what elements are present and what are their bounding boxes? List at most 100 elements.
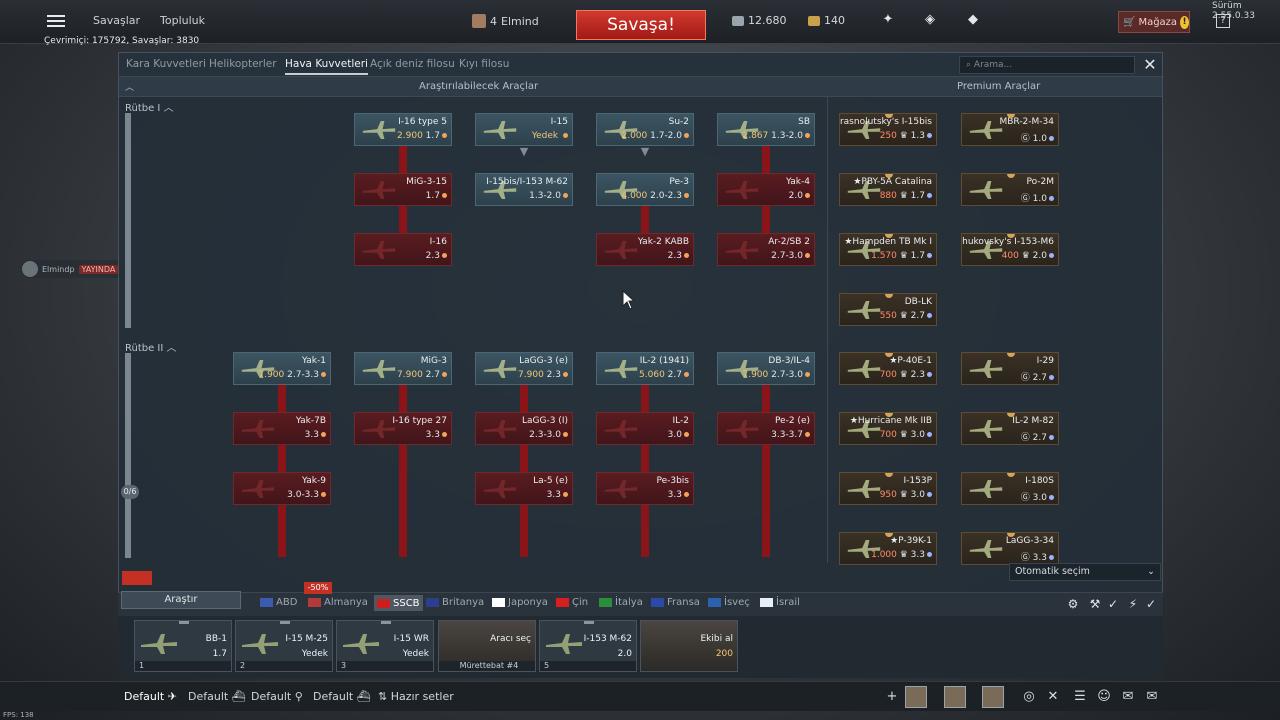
check-icon[interactable]: ✓ <box>1106 597 1120 611</box>
crew-slot[interactable]: BB-1 1.7 1 <box>134 620 232 672</box>
wrench-icon[interactable]: ⚒ <box>1088 597 1102 611</box>
vehicle-card[interactable]: Pe-3 4.000 2.0-2.3 <box>596 173 694 206</box>
vehicle-card[interactable]: DB-LK 550 ♛ 2.7 <box>839 293 937 326</box>
vehicle-card[interactable]: I-16 type 27 3.3 <box>354 412 452 445</box>
user-profile[interactable]: 4 Elmind <box>472 14 539 28</box>
vehicle-card[interactable]: IL-2 (1941) 5.060 2.7 <box>596 352 694 385</box>
close-squad-icon[interactable]: ✕ <box>1045 689 1061 705</box>
vehicle-card[interactable]: ★Hampden TB Mk I 1.570 ♛ 1.7 <box>839 233 937 266</box>
vehicle-card[interactable]: Yak-9 3.0-3.3 <box>233 472 331 505</box>
gear-icon[interactable]: ⚙ <box>1066 597 1080 611</box>
vehicle-card[interactable]: I-16 type 5 2.900 1.7 <box>354 113 452 146</box>
menu-icon[interactable] <box>47 12 65 28</box>
vehicle-card[interactable]: Pe-3bis 3.3 <box>596 472 694 505</box>
vehicle-name: MBR-2-M-34 <box>999 117 1054 127</box>
crew-slot[interactable]: Ekibi al 200 <box>640 620 738 672</box>
squad-member-avatar[interactable] <box>905 686 927 708</box>
nation-9[interactable]: İsrail <box>760 597 800 608</box>
vehicle-card[interactable]: Yak-1 7.900 2.7-3.3 <box>233 352 331 385</box>
vehicle-card[interactable]: ★Hurricane Mk IIB 700 ♛ 3.0 <box>839 412 937 445</box>
nation-6[interactable]: İtalya <box>599 597 643 608</box>
vehicle-card[interactable]: Su-2 2.000 1.7-2.0 <box>596 113 694 146</box>
nation-7[interactable]: Fransa <box>651 597 700 608</box>
list-icon[interactable]: ☰ <box>1072 689 1088 705</box>
nation-5[interactable]: Çin <box>556 597 588 608</box>
checkmark-icon[interactable]: ✓ <box>1144 597 1158 611</box>
vehicle-card[interactable]: Yak-7B 3.3 <box>233 412 331 445</box>
chat-icon[interactable]: ✉ <box>1120 689 1136 705</box>
vehicle-name: LaGG-3 (I) <box>522 416 568 426</box>
vehicle-name: I-15bis/I-153 M-62 <box>486 177 568 187</box>
vehicle-card[interactable]: Ar-2/SB 2 2.7-3.0 <box>717 233 815 266</box>
nation-1[interactable]: Almanya <box>308 597 368 608</box>
flag-icon <box>426 598 439 607</box>
vehicle-card[interactable]: Zhukovsky's I-153-M6 400 ♛ 2.0 <box>961 233 1059 266</box>
community-link[interactable]: Topluluk <box>160 14 205 27</box>
vehicle-card[interactable]: MBR-2-M-34 Ⓖ 1.0 <box>961 113 1059 146</box>
vehicle-card[interactable]: MiG-3-15 1.7 <box>354 173 452 206</box>
vehicle-card[interactable]: Yak-2 KABB 2.3 <box>596 233 694 266</box>
crew-slot[interactable]: I-15 WR Yedek 3 <box>336 620 434 672</box>
vehicle-card[interactable]: MiG-3 7.900 2.7 <box>354 352 452 385</box>
ready-sets[interactable]: ⇅ Hazır setler <box>378 690 454 703</box>
mail-icon[interactable]: ✉ <box>1144 689 1160 705</box>
battle-button[interactable]: Savaşa! <box>576 10 706 40</box>
golden-eagles[interactable]: 140 <box>808 14 845 27</box>
vehicle-card[interactable]: DB-3/IL-4 7.900 2.7-3.0 <box>717 352 815 385</box>
slot-indicator <box>584 621 594 624</box>
vehicle-card[interactable]: Krasnolutsky's I-15bis 250 ♛ 1.3 <box>839 113 937 146</box>
preset-helicopter[interactable]: Default ⚲ <box>251 690 303 703</box>
nation-4[interactable]: Japonya <box>492 597 548 608</box>
preset-coastal[interactable]: Default ⛴ <box>313 690 371 703</box>
vehicle-card[interactable]: Po-2M Ⓖ 1.0 <box>961 173 1059 206</box>
vehicle-card[interactable]: I-153P 950 ♛ 3.0 <box>839 472 937 505</box>
aircraft-icon <box>241 480 275 498</box>
shield-icon[interactable]: ◈ <box>922 12 938 28</box>
vehicle-name: Krasnolutsky's I-15bis <box>839 117 932 127</box>
nation-0[interactable]: ABD <box>260 597 297 608</box>
vehicle-card[interactable]: LaGG-3 (I) 2.3-3.0 <box>475 412 573 445</box>
squad-icon[interactable]: ◎ <box>1021 689 1037 705</box>
add-icon[interactable]: + <box>884 689 900 705</box>
squad-member-avatar[interactable] <box>982 686 1004 708</box>
preset-naval[interactable]: Default ⛴ <box>188 690 246 703</box>
preset-aviation[interactable]: Default ✈ <box>124 690 177 703</box>
vehicle-card[interactable]: ★P-40E-1 700 ♛ 2.3 <box>839 352 937 385</box>
aircraft-icon <box>969 540 1003 558</box>
battle-rating: 3.0-3.3 <box>287 490 319 500</box>
vehicle-card[interactable]: I-180S Ⓖ 3.0 <box>961 472 1059 505</box>
vehicle-card[interactable]: SB 2.867 1.3-2.0 <box>717 113 815 146</box>
vehicle-card[interactable]: ★PBY-5A Catalina 880 ♛ 1.7 <box>839 173 937 206</box>
crew-slot[interactable]: I-15 M-25 Yedek 2 <box>235 620 333 672</box>
vehicle-cost: 700 <box>879 370 897 380</box>
vehicle-card[interactable]: IL-2 M-82 Ⓖ 2.7 <box>961 412 1059 445</box>
vehicle-card[interactable]: LaGG-3 (e) 7.900 2.3 <box>475 352 573 385</box>
vehicle-card[interactable]: Yak-4 2.0 <box>717 173 815 206</box>
silver-lions[interactable]: 12.680 <box>732 14 787 27</box>
nation-label: ABD <box>276 597 298 608</box>
nation-3[interactable]: Britanya <box>426 597 484 608</box>
nation-2[interactable]: SSCB <box>374 595 423 611</box>
crew-slot[interactable]: Aracı seç Mürettebat #4 <box>438 620 536 672</box>
vehicle-card[interactable]: IL-2 3.0 <box>596 412 694 445</box>
crew-slot[interactable]: I-153 M-62 2.0 5 <box>539 620 637 672</box>
research-dropdown[interactable]: Araştır <box>121 591 241 609</box>
friends-icon[interactable]: ☺ <box>1096 689 1112 705</box>
vehicle-card[interactable]: Pe-2 (e) 3.3-3.7 <box>717 412 815 445</box>
vehicle-card[interactable]: I-15 Yedek <box>475 113 573 146</box>
nation-8[interactable]: İsveç <box>708 597 750 608</box>
battles-link[interactable]: Savaşlar <box>93 14 140 27</box>
squad-member-avatar[interactable] <box>944 686 966 708</box>
vehicle-card[interactable]: La-5 (e) 3.3 <box>475 472 573 505</box>
vehicle-card[interactable]: ★P-39K-1 1.000 ♛ 3.3 <box>839 532 937 565</box>
vehicle-card[interactable]: I-16 2.3 <box>354 233 452 266</box>
vehicle-card[interactable]: I-15bis/I-153 M-62 1.3-2.0 <box>475 173 573 206</box>
vehicle-card[interactable]: I-29 Ⓖ 2.7 <box>961 352 1059 385</box>
shop-button[interactable]: 🛒 Mağaza! <box>1118 11 1190 33</box>
vehicle-card[interactable]: LaGG-3-34 Ⓖ 3.3 <box>961 532 1059 565</box>
repair-all-icon[interactable]: ⚡ <box>1126 597 1140 611</box>
tree-link <box>641 505 649 557</box>
lightbulb-icon[interactable]: ✦ <box>880 12 896 28</box>
autoselect-dropdown[interactable]: Otomatik seçim ⌄ <box>1009 563 1161 581</box>
ticket-icon[interactable]: ◆ <box>965 12 981 28</box>
